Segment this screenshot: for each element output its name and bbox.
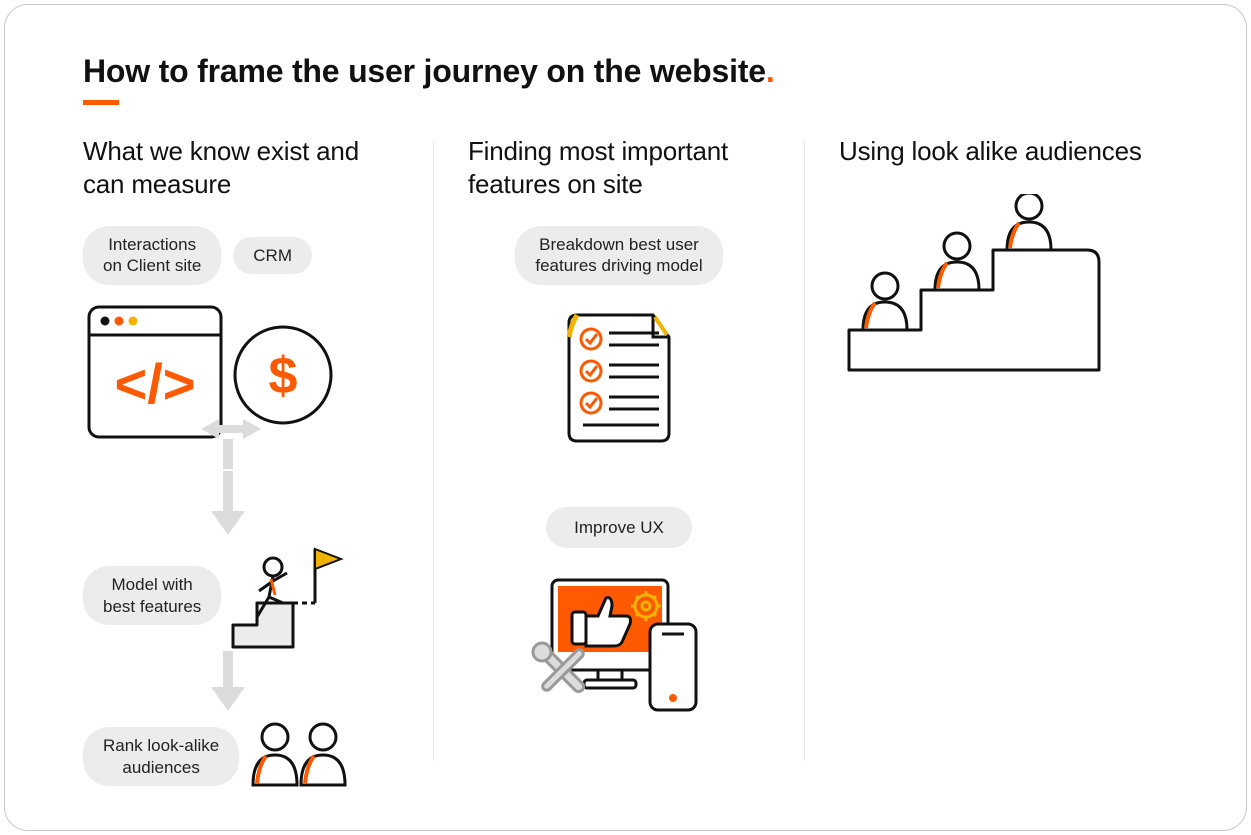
improve-ux-icon	[524, 570, 714, 720]
column-3: Using look alike audiences	[805, 135, 1168, 775]
title-text: How to frame the user journey on the web…	[83, 53, 766, 89]
pill-model-best-features: Model with best features	[83, 566, 221, 625]
two-users-icon	[247, 717, 357, 797]
diagram-card: How to frame the user journey on the web…	[4, 4, 1247, 831]
pill-rank-lookalike: Rank look-alike audiences	[83, 727, 239, 786]
climbing-flag-icon	[229, 541, 349, 651]
checklist-document-icon	[559, 307, 679, 447]
arrow-down-2-icon	[83, 651, 343, 717]
svg-text:</>: </>	[115, 352, 196, 415]
arrow-down-1-icon	[83, 471, 343, 541]
column-2: Finding most important features on site …	[434, 135, 804, 775]
title-underline	[83, 100, 119, 105]
columns: What we know exist and can measure Inter…	[83, 135, 1168, 775]
svg-text:$: $	[269, 347, 298, 405]
pill-interactions: Interactions on Client site	[83, 226, 221, 285]
col3-heading: Using look alike audiences	[839, 135, 1168, 168]
col1-heading: What we know exist and can measure	[83, 135, 399, 200]
pill-breakdown: Breakdown best user features driving mod…	[515, 226, 722, 285]
column-1: What we know exist and can measure Inter…	[83, 135, 433, 775]
code-dollar-icon: </> $	[83, 301, 343, 471]
pill-crm: CRM	[233, 237, 312, 274]
col2-heading: Finding most important features on site	[468, 135, 770, 200]
pill-improve-ux: Improve UX	[546, 507, 692, 548]
lookalike-steps-icon	[839, 194, 1109, 384]
title-period: .	[766, 53, 775, 89]
title: How to frame the user journey on the web…	[83, 53, 1168, 90]
